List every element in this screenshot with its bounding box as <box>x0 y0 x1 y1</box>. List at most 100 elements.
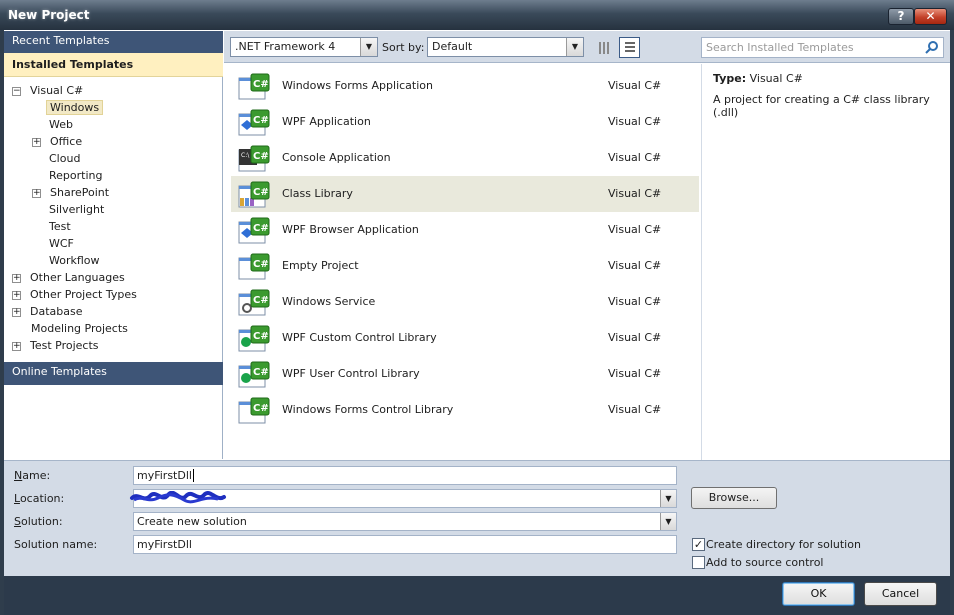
tree-item-label: Silverlight <box>49 203 105 216</box>
expand-icon[interactable]: + <box>12 290 21 300</box>
solution-name-input[interactable]: myFirstDll <box>133 535 677 554</box>
tree-item-label: Test <box>49 220 71 233</box>
small-icons-view-button[interactable] <box>593 37 614 58</box>
svg-text:C#: C# <box>253 403 269 414</box>
template-item[interactable]: C:\ C# Console Application Visual C# <box>231 140 699 176</box>
framework-dropdown[interactable]: .NET Framework 4 ▼ <box>230 37 378 57</box>
svg-text:C#: C# <box>253 295 269 306</box>
chevron-down-icon[interactable]: ▼ <box>660 490 676 507</box>
chevron-down-icon[interactable]: ▼ <box>360 38 377 56</box>
template-type: Type: Visual C# <box>713 72 803 85</box>
sort-by-dropdown[interactable]: Default ▼ <box>427 37 584 57</box>
template-name: Class Library <box>282 187 353 200</box>
svg-text:C#: C# <box>253 79 269 90</box>
tree-item-label: Office <box>50 135 83 148</box>
tree-item[interactable]: + Other Languages <box>12 270 128 287</box>
tree-item[interactable]: Modeling Projects <box>28 321 131 338</box>
template-name: WPF Application <box>282 115 371 128</box>
expand-icon[interactable]: + <box>12 273 21 283</box>
solution-dropdown[interactable]: Create new solution ▼ <box>133 512 677 531</box>
tree-item[interactable]: + Test Projects <box>12 338 102 355</box>
template-item[interactable]: C# Empty Project Visual C# <box>231 248 699 284</box>
template-item[interactable]: C# WPF Application Visual C# <box>231 104 699 140</box>
tree-item-label: Modeling Projects <box>31 322 128 335</box>
expand-icon[interactable]: + <box>12 341 21 351</box>
template-item[interactable]: C# Windows Service Visual C# <box>231 284 699 320</box>
sort-by-value: Default <box>432 40 473 53</box>
tree-item[interactable]: Reporting <box>46 168 105 185</box>
framework-value: .NET Framework 4 <box>235 40 336 53</box>
svg-text:C#: C# <box>253 367 269 378</box>
template-name: Empty Project <box>282 259 359 272</box>
svg-text:C#: C# <box>253 151 269 162</box>
ok-button[interactable]: OK <box>782 582 855 606</box>
create-directory-checkbox[interactable]: ✓ <box>692 538 705 551</box>
template-item[interactable]: C# WPF User Control Library Visual C# <box>231 356 699 392</box>
tree-item-label: WCF <box>49 237 74 250</box>
search-icon[interactable] <box>925 40 939 54</box>
tree-item[interactable]: − Visual C# <box>12 83 86 100</box>
expand-icon[interactable]: + <box>32 137 41 147</box>
create-directory-label[interactable]: Create directory for solution <box>706 538 861 551</box>
template-language: Visual C# <box>608 79 662 92</box>
tree-item[interactable]: Test <box>46 219 74 236</box>
tree-item-label: Workflow <box>49 254 100 267</box>
wpf-browser-app-icon: C# <box>238 217 270 245</box>
tree-item[interactable]: + Other Project Types <box>12 287 140 304</box>
template-item[interactable]: C# Class Library Visual C# <box>231 176 699 212</box>
wpf-custom-control-icon: C# <box>238 325 270 353</box>
tree-item-label: Windows <box>46 100 104 115</box>
search-installed-templates-input[interactable]: Search Installed Templates <box>701 37 944 58</box>
source-control-label[interactable]: Add to source control <box>706 556 824 569</box>
svg-text:C#: C# <box>253 331 269 342</box>
tree-item[interactable]: WCF <box>46 236 77 253</box>
template-item[interactable]: C# Windows Forms Control Library Visual C# <box>231 392 699 428</box>
template-item[interactable]: C# Windows Forms Application Visual C# <box>231 68 699 104</box>
chevron-down-icon[interactable]: ▼ <box>660 513 676 530</box>
tree-item-label: Test Projects <box>30 339 99 352</box>
template-language: Visual C# <box>608 115 662 128</box>
close-button[interactable]: ✕ <box>914 8 947 25</box>
help-button[interactable]: ? <box>888 8 914 25</box>
redacted-scribble <box>130 491 226 504</box>
winforms-control-icon: C# <box>238 397 270 425</box>
source-control-checkbox[interactable] <box>692 556 705 569</box>
tree-item[interactable]: + Database <box>12 304 86 321</box>
template-name: Windows Forms Control Library <box>282 403 454 416</box>
windows-service-icon: C# <box>238 289 270 317</box>
collapse-icon[interactable]: − <box>12 86 21 96</box>
template-language: Visual C# <box>608 367 662 380</box>
template-item[interactable]: C# WPF Browser Application Visual C# <box>231 212 699 248</box>
tree-item[interactable]: + Office <box>32 134 85 151</box>
tree-item[interactable]: Windows <box>46 100 104 117</box>
tree-item[interactable]: Cloud <box>46 151 83 168</box>
window-frame-right <box>950 30 954 615</box>
template-language: Visual C# <box>608 223 662 236</box>
template-details: Type: Visual C# A project for creating a… <box>701 64 950 460</box>
template-item[interactable]: C# WPF Custom Control Library Visual C# <box>231 320 699 356</box>
recent-templates-header[interactable]: Recent Templates <box>4 31 223 53</box>
template-name: WPF Browser Application <box>282 223 419 236</box>
tree-item[interactable]: + SharePoint <box>32 185 112 202</box>
tree-item-label: SharePoint <box>50 186 110 199</box>
template-language: Visual C# <box>608 295 662 308</box>
tree-item[interactable]: Workflow <box>46 253 103 270</box>
expand-icon[interactable]: + <box>32 188 41 198</box>
class-library-icon: C# <box>238 181 270 209</box>
installed-templates-header[interactable]: Installed Templates <box>4 53 223 77</box>
template-list: C# Windows Forms Application Visual C# C# WP… <box>229 64 701 460</box>
tree-item-label: Reporting <box>49 169 103 182</box>
list-view-button[interactable] <box>619 37 640 58</box>
browse-button[interactable]: Browse... <box>691 487 777 509</box>
expand-icon[interactable]: + <box>12 307 21 317</box>
solution-value: Create new solution <box>137 515 247 528</box>
project-name-input[interactable]: myFirstDll <box>133 466 677 485</box>
cancel-button[interactable]: Cancel <box>864 582 937 606</box>
tree-item[interactable]: Silverlight <box>46 202 107 219</box>
template-language: Visual C# <box>608 151 662 164</box>
online-templates-header[interactable]: Online Templates <box>4 362 223 385</box>
location-input[interactable]: ▼ <box>130 489 677 508</box>
chevron-down-icon[interactable]: ▼ <box>566 38 583 56</box>
tree-item[interactable]: Web <box>46 117 76 134</box>
template-language: Visual C# <box>608 331 662 344</box>
